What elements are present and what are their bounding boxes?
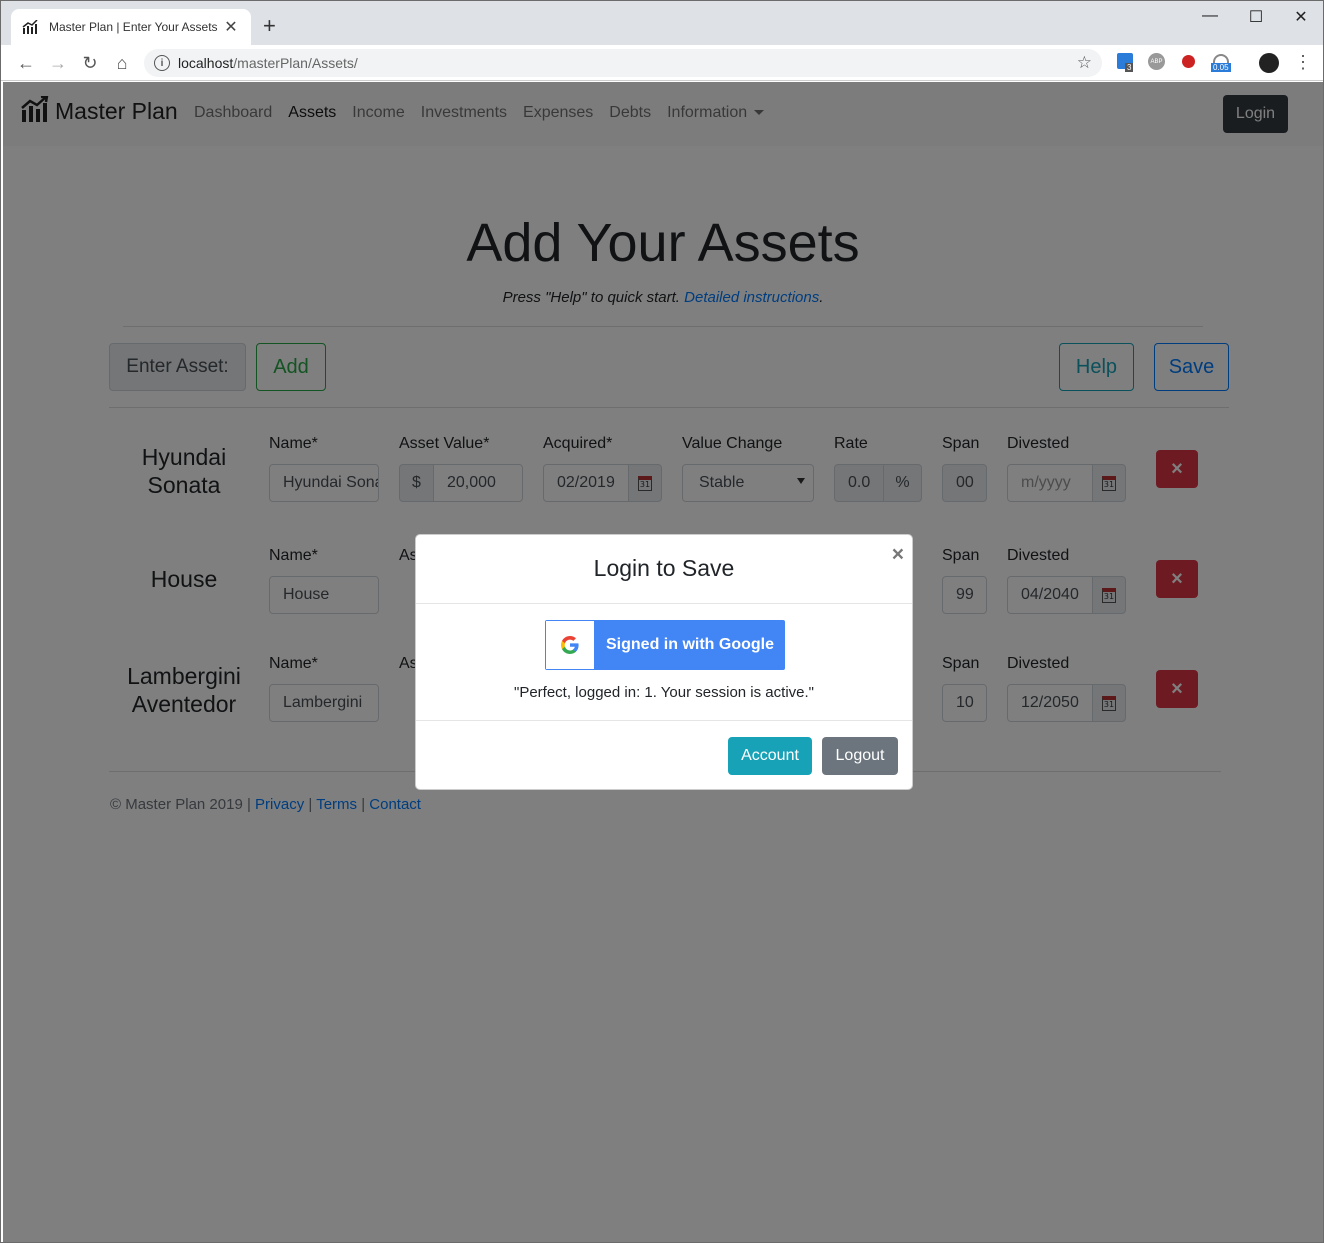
bookmark-star-icon[interactable]: ☆	[1077, 53, 1092, 73]
home-icon[interactable]: ⌂	[110, 51, 134, 75]
modal-close-icon[interactable]: ×	[892, 543, 904, 567]
modal-divider	[416, 603, 912, 604]
page: Master Plan Dashboard Assets Income Inve…	[3, 82, 1323, 1242]
profile-avatar[interactable]	[1259, 53, 1279, 73]
browser-tab[interactable]: Master Plan | Enter Your Assets ✕	[11, 9, 251, 45]
google-button-label: Signed in with Google	[606, 636, 774, 653]
extension-s-icon[interactable]: 3	[1117, 53, 1137, 73]
url-host: localhost	[178, 55, 234, 71]
extension-badge: 3	[1125, 63, 1134, 72]
minimize-icon[interactable]: —	[1187, 7, 1233, 25]
browser-toolbar: ← → ↻ ⌂ i localhost/masterPlan/Assets/ ☆…	[1, 45, 1323, 81]
back-icon[interactable]: ←	[14, 51, 38, 75]
url-path: /masterPlan/Assets/	[233, 55, 358, 71]
speed-badge: 0.05	[1211, 63, 1231, 72]
modal-divider	[416, 720, 912, 721]
address-bar[interactable]: i localhost/masterPlan/Assets/ ☆	[144, 49, 1102, 77]
close-window-icon[interactable]: ✕	[1278, 7, 1323, 27]
bug-icon[interactable]	[1180, 53, 1200, 73]
forward-icon[interactable]: →	[46, 51, 70, 75]
google-g-icon	[546, 621, 594, 669]
maximize-icon[interactable]: ☐	[1233, 7, 1279, 27]
tab-title: Master Plan | Enter Your Assets	[49, 20, 218, 34]
adblock-label: ABP	[1148, 53, 1165, 70]
reload-icon[interactable]: ↻	[78, 51, 102, 75]
tab-strip: Master Plan | Enter Your Assets ✕ + — ☐ …	[1, 1, 1323, 45]
login-modal: Login to Save × Signed in with Google "P…	[415, 534, 913, 790]
speed-extension-icon[interactable]: 0.05	[1211, 53, 1231, 73]
adblock-icon[interactable]: ABP	[1148, 53, 1168, 73]
logout-button[interactable]: Logout	[822, 737, 898, 775]
google-signin-button[interactable]: Signed in with Google	[545, 620, 785, 670]
info-icon[interactable]: i	[154, 55, 170, 71]
session-message: "Perfect, logged in: 1. Your session is …	[514, 684, 814, 701]
close-tab-icon[interactable]: ✕	[221, 17, 241, 37]
chart-logo-icon	[21, 19, 39, 35]
modal-title: Login to Save	[593, 555, 735, 581]
browser-window: Master Plan | Enter Your Assets ✕ + — ☐ …	[0, 0, 1324, 1243]
account-button[interactable]: Account	[728, 737, 812, 775]
browser-menu-icon[interactable]: ⋮	[1293, 53, 1313, 73]
new-tab-icon[interactable]: +	[263, 15, 276, 37]
